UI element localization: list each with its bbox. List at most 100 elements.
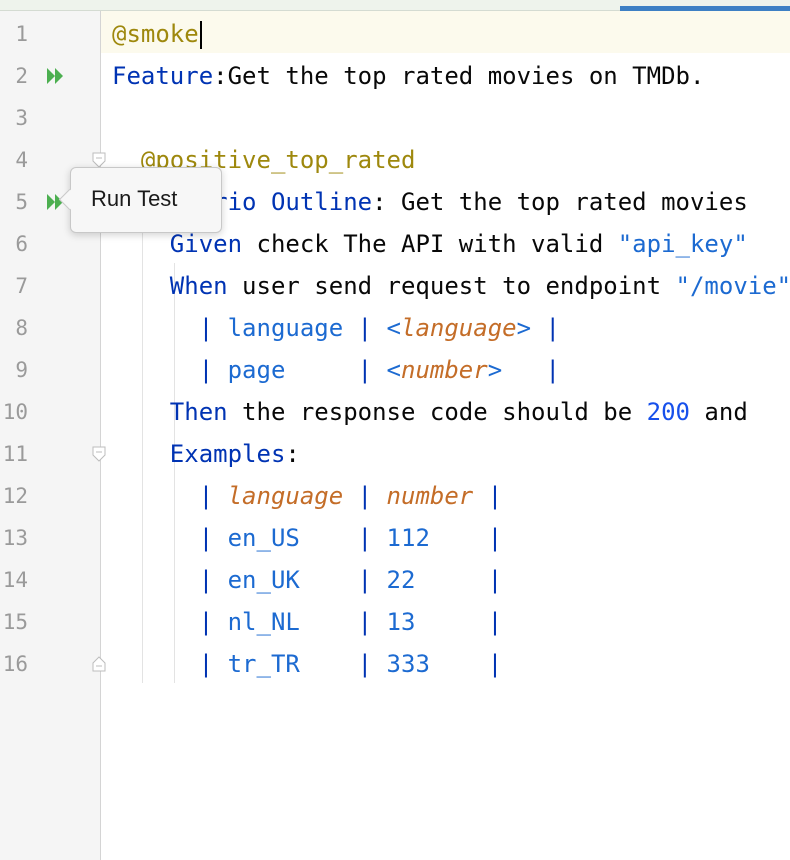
code-token: > [516,314,532,342]
code-token: check The API with valid [242,230,618,258]
line-number: 8 [15,316,28,340]
line-number: 2 [15,64,28,88]
code-token: "api_key" [617,230,748,258]
code-line[interactable]: 14 | en_UK | 22 | [0,559,790,601]
code-line[interactable]: 13 | en_US | 112 | [0,517,790,559]
code-line[interactable]: 12 | language | number | [0,475,790,517]
line-number: 13 [2,526,28,550]
code-token: | [473,608,503,636]
code-line[interactable]: 11 Examples: [0,433,790,475]
code-token: | [112,608,228,636]
line-number: 11 [2,442,28,466]
code-token: | [343,608,387,636]
code-token: and [689,398,748,426]
line-number: 16 [2,652,28,676]
code-line[interactable]: 9 | page | <number> | [0,349,790,391]
code-token: the response code should be [227,398,647,426]
code-line[interactable]: 2 Feature:Get the top rated movies on TMD… [0,55,790,97]
code-token: 200 [646,398,690,426]
code-token: | [343,566,387,594]
line-number: 3 [15,106,28,130]
code-token: @smoke [112,20,199,48]
code-text: Then the response code should be 200 and [112,391,748,433]
run-double-arrow-icon[interactable] [44,55,66,97]
code-token: | [343,650,387,678]
run-test-tooltip: Run Test [58,167,222,233]
line-number: 6 [15,232,28,256]
text-cursor [199,21,202,49]
code-token: | [473,566,503,594]
fold-marker-icon[interactable] [91,656,107,672]
code-token: number [386,482,474,510]
code-token: < [386,356,401,384]
code-token: | [473,482,503,510]
code-token: | [112,314,228,342]
code-token: 333 [386,650,474,678]
code-token: nl_NL [227,608,344,636]
line-number: 10 [2,400,28,424]
code-token: : [285,440,300,468]
code-token: | [112,482,228,510]
code-line[interactable]: 10 Then the response code should be 200 … [0,391,790,433]
line-number: 4 [15,148,28,172]
code-token: | [531,314,560,342]
code-token: language [227,482,344,510]
code-line[interactable]: 3 [0,97,790,139]
line-number: 14 [2,568,28,592]
code-token: 13 [386,608,474,636]
code-token: 112 [386,524,474,552]
code-text: | tr_TR | 333 | [112,643,502,685]
code-token: en_US [227,524,344,552]
code-line[interactable]: 1 @smoke [0,13,790,55]
code-token: tr_TR [227,650,344,678]
code-token: language [401,314,517,342]
code-token: Examples [112,440,286,468]
tooltip-label: Run Test [91,186,178,211]
code-text: | language | <language> | [112,307,560,349]
code-token: Given [112,230,243,258]
code-text: | page | <number> | [112,349,560,391]
line-number: 15 [2,610,28,634]
code-text: | en_US | 112 | [112,517,502,559]
code-text: | en_UK | 22 | [112,559,502,601]
code-token: | [112,650,228,678]
code-token: en_UK [227,566,344,594]
code-token: | [343,482,387,510]
line-number: 7 [15,274,28,298]
code-line[interactable]: 7 When user send request to endpoint "/m… [0,265,790,307]
code-token: < [386,314,401,342]
fold-marker-icon[interactable] [91,446,107,462]
fold-marker-icon[interactable] [91,152,107,168]
line-number: 9 [15,358,28,382]
code-token: Feature [112,62,214,90]
code-token: | [112,524,228,552]
code-token: | [343,356,387,384]
code-token: | [473,524,503,552]
code-token: | [343,314,387,342]
code-line[interactable]: 8 | language | <language> | [0,307,790,349]
code-token: | [112,356,228,384]
code-text: Examples: [112,433,300,475]
code-token: Then [112,398,228,426]
editor-tab-strip [0,0,790,11]
code-line[interactable]: 16 | tr_TR | 333 | [0,643,790,685]
code-token: number [401,356,488,384]
code-token: : Get the top rated movies [372,188,748,216]
code-token: | [112,566,228,594]
line-number: 5 [15,190,28,214]
code-token: 22 [386,566,474,594]
code-token: language [227,314,344,342]
code-token: "/movie" [675,272,790,300]
code-token: :Get the top rated movies on TMDb. [213,62,705,90]
code-text: When user send request to endpoint "/mov… [112,265,790,307]
code-token: user send request to endpoint [227,272,676,300]
code-token: page [227,356,344,384]
code-token: > [487,356,503,384]
code-token: | [343,524,387,552]
code-text: | nl_NL | 13 | [112,601,502,643]
code-line[interactable]: 15 | nl_NL | 13 | [0,601,790,643]
line-number: 1 [15,22,28,46]
code-text: Feature:Get the top rated movies on TMDb… [112,55,704,97]
code-token: | [502,356,560,384]
code-token: | [473,650,503,678]
